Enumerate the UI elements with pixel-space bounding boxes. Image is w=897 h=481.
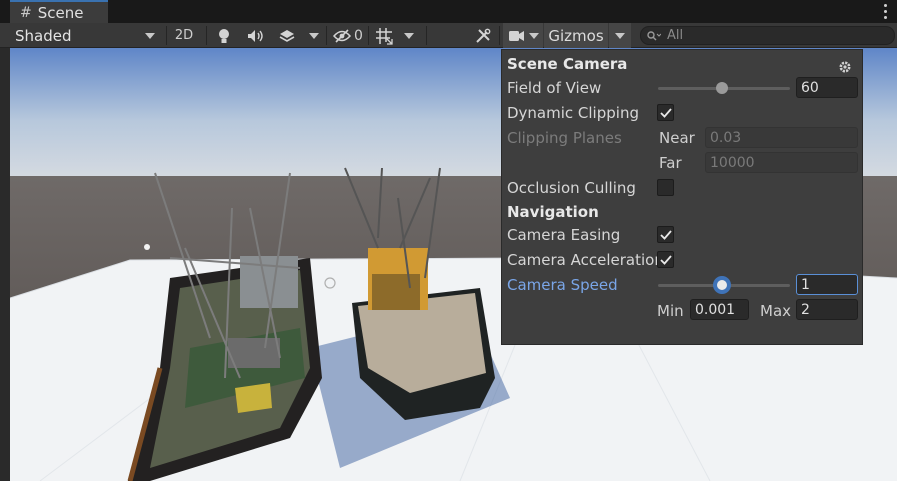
camera-speed-max-label: Max (760, 301, 792, 320)
draw-mode-dropdown[interactable]: Shaded (10, 23, 160, 48)
gizmos-dropdown[interactable] (609, 23, 631, 48)
scene-camera-panel: Scene Camera Field of View 60 Dynamic Cl… (501, 49, 863, 345)
checkmark-icon (659, 229, 672, 240)
occlusion-culling-label: Occlusion Culling (507, 179, 636, 197)
audio-toggle[interactable] (243, 23, 267, 48)
hidden-objects-toggle[interactable]: 0 (330, 23, 366, 48)
camera-speed-max-input[interactable]: 2 (796, 299, 858, 320)
checkmark-icon (659, 254, 672, 265)
tools-icon (476, 28, 491, 43)
draw-mode-label: Shaded (15, 26, 72, 45)
fov-input[interactable]: 60 (796, 77, 858, 98)
left-edge-strip (0, 48, 10, 481)
camera-acceleration-label: Camera Acceleration (507, 251, 664, 269)
search-icon (647, 30, 661, 40)
chevron-down-icon (309, 32, 319, 39)
eye-hidden-icon (333, 28, 352, 43)
fov-label: Field of View (507, 79, 602, 97)
tab-bar: # Scene (0, 0, 897, 23)
lighting-toggle[interactable] (212, 23, 236, 48)
camera-speed-min-label: Min (657, 301, 684, 320)
camera-icon (508, 30, 524, 41)
speaker-icon (248, 29, 263, 42)
dynamic-clipping-checkbox[interactable] (657, 104, 674, 121)
effects-toggle[interactable] (275, 23, 299, 48)
gear-icon[interactable] (838, 60, 852, 74)
camera-speed-slider-thumb[interactable] (713, 276, 731, 294)
chevron-down-icon (528, 32, 539, 39)
grid-toggle[interactable] (372, 23, 396, 48)
lightbulb-icon (219, 28, 229, 43)
camera-easing-label: Camera Easing (507, 226, 621, 244)
search-placeholder: All (667, 28, 684, 43)
navigation-title: Navigation (507, 203, 599, 221)
scene-camera-title: Scene Camera (507, 55, 628, 73)
scene-toolbar: Shaded 2D 0 Gizmos All (0, 23, 897, 48)
unity-scene-view: # Scene Shaded 2D 0 Gizmos All Scene Cam… (0, 0, 897, 481)
clipping-planes-label: Clipping Planes (507, 129, 622, 147)
camera-speed-label: Camera Speed (507, 276, 618, 294)
checkmark-icon (659, 107, 672, 118)
occlusion-culling-checkbox[interactable] (657, 179, 674, 196)
near-label: Near (659, 128, 695, 147)
camera-settings-button[interactable] (503, 23, 543, 48)
effects-dropdown[interactable] (305, 23, 323, 48)
mode-2d-button[interactable]: 2D (170, 23, 198, 48)
camera-speed-min-input[interactable]: 0.001 (690, 299, 749, 320)
camera-acceleration-checkbox[interactable] (657, 251, 674, 268)
far-label: Far (659, 153, 682, 172)
scene-grid-icon: # (20, 4, 32, 21)
dynamic-clipping-label: Dynamic Clipping (507, 104, 639, 122)
small-gizmo (144, 244, 150, 250)
fov-slider-thumb[interactable] (716, 82, 728, 94)
grid-icon (376, 27, 393, 45)
chevron-down-icon (145, 33, 155, 39)
hidden-count: 0 (354, 27, 363, 44)
more-options-icon[interactable] (879, 2, 891, 20)
tools-button[interactable] (471, 23, 495, 48)
tab-scene-label: Scene (37, 3, 84, 22)
gizmos-label: Gizmos (548, 26, 604, 45)
chevron-down-icon (615, 32, 625, 39)
camera-easing-checkbox[interactable] (657, 226, 674, 243)
tab-scene[interactable]: # Scene (10, 0, 108, 23)
search-input[interactable]: All (640, 26, 895, 45)
gizmos-button[interactable]: Gizmos (544, 23, 608, 48)
mode-2d-label: 2D (174, 28, 194, 43)
layers-icon (279, 29, 295, 42)
camera-speed-input[interactable]: 1 (796, 274, 858, 295)
near-input[interactable]: 0.03 (705, 127, 858, 148)
far-input[interactable]: 10000 (705, 152, 858, 173)
grid-dropdown[interactable] (399, 23, 419, 48)
chevron-down-icon (404, 32, 414, 39)
